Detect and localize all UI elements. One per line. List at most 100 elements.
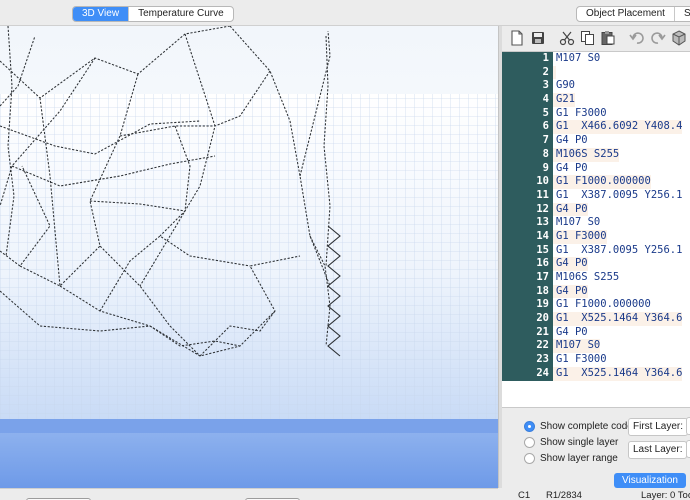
copy-icon[interactable]: [578, 28, 597, 48]
code-line[interactable]: 19 G1 F1000.000000: [502, 298, 690, 313]
top-bar: 3D View Temperature Curve Object Placeme…: [0, 0, 690, 26]
code-line[interactable]: 5 G1 F3000: [502, 106, 690, 121]
option-show-complete-label: Show complete code: [540, 421, 633, 432]
radio-show-range[interactable]: [524, 453, 535, 464]
redo-icon[interactable]: [648, 28, 667, 48]
line-number: 11: [502, 188, 553, 203]
code-text: G1 F1000.000000: [556, 298, 651, 311]
gcode-panel: 1 M107 S0 2 3 G90 4 G21 5 G1 F3000 6 G1 X466.6092 …: [502, 26, 690, 500]
line-number: 22: [502, 339, 553, 354]
code-text: G21: [553, 93, 575, 107]
visualization-button[interactable]: Visualization: [614, 473, 686, 488]
code-line[interactable]: 1 M107 S0: [502, 52, 690, 66]
code-text: M107 S0: [553, 339, 601, 354]
line-number: 4: [502, 93, 553, 107]
line-number: 1: [502, 52, 553, 66]
code-line[interactable]: 7 G4 P0: [502, 134, 690, 148]
status-layer: Layer: 0 Too: [641, 490, 690, 500]
option-show-range-label: Show layer range: [540, 453, 618, 464]
code-line[interactable]: 8 M106S S255: [502, 147, 690, 162]
code-line[interactable]: 22 M107 S0: [502, 339, 690, 354]
code-text: G4 P0: [553, 284, 588, 299]
option-show-range[interactable]: Show layer range: [524, 453, 618, 464]
first-layer-label: First Layer:: [628, 418, 689, 436]
code-line[interactable]: 15 G1 X387.0095 Y256.1: [502, 243, 690, 258]
code-text: G1 X525.1464 Y364.6: [553, 312, 683, 326]
line-number: 12: [502, 202, 553, 217]
line-number: 10: [502, 175, 553, 189]
build-plate-scene: [0, 26, 498, 488]
code-text: G1 F3000: [553, 229, 607, 244]
status-column: C1: [518, 490, 531, 500]
tab-temperature-curve[interactable]: Temperature Curve: [129, 7, 233, 21]
code-line[interactable]: 24 G1 X525.1464 Y364.6: [502, 366, 690, 381]
code-text: G1 X387.0095 Y256.1: [556, 188, 683, 201]
code-text: G1 X466.6092 Y408.4: [553, 120, 683, 135]
code-text: G1 X387.0095 Y256.1: [556, 243, 683, 256]
status-bar: C1 R1/2834 Layer: 0 Too: [502, 490, 690, 500]
code-text: M106S S255: [556, 271, 620, 283]
last-layer-label: Last Layer:: [628, 441, 688, 459]
line-number: 6: [502, 120, 553, 135]
view-tab-group: 3D View Temperature Curve: [72, 6, 234, 22]
code-line[interactable]: 17 M106S S255: [502, 271, 690, 285]
code-text: G1 F1000.000000: [553, 175, 651, 189]
code-line[interactable]: 14 G1 F3000: [502, 229, 690, 244]
cube-icon[interactable]: [669, 28, 688, 48]
line-number: 3: [502, 79, 553, 94]
first-layer-input[interactable]: [686, 417, 690, 435]
code-line[interactable]: 3 G90: [502, 79, 690, 94]
option-show-complete[interactable]: Show complete code: [524, 421, 633, 432]
save-icon[interactable]: [529, 28, 548, 48]
code-text: M107 S0: [556, 216, 601, 229]
paste-icon[interactable]: [599, 28, 618, 48]
code-text: G1 X525.1464 Y364.6: [553, 366, 683, 381]
code-text: G1 F3000: [556, 106, 607, 119]
code-line[interactable]: 21 G4 P0: [502, 325, 690, 340]
tab-object-placement[interactable]: Object Placement: [577, 7, 675, 21]
line-number: 19: [502, 298, 553, 313]
code-line[interactable]: 6 G1 X466.6092 Y408.4: [502, 120, 690, 135]
code-text: G4 P0: [556, 325, 588, 338]
cut-icon[interactable]: [557, 28, 576, 48]
code-line[interactable]: 9 G4 P0: [502, 161, 690, 176]
code-text: G1 F3000: [556, 353, 607, 366]
line-number: 8: [502, 147, 553, 162]
code-line[interactable]: 4 G21: [502, 93, 690, 107]
line-number: 5: [502, 106, 553, 121]
option-show-single-label: Show single layer: [540, 437, 619, 448]
code-text: M106S S255: [553, 147, 620, 162]
radio-show-complete[interactable]: [524, 421, 535, 432]
tab-slice[interactable]: Slice: [675, 7, 690, 21]
code-line[interactable]: 16 G4 P0: [502, 257, 690, 271]
line-number: 17: [502, 271, 553, 285]
3d-viewport[interactable]: [0, 26, 498, 488]
option-show-single[interactable]: Show single layer: [524, 437, 618, 448]
code-text: G4 P0: [556, 161, 588, 174]
gcode-editor[interactable]: 1 M107 S0 2 3 G90 4 G21 5 G1 F3000 6 G1 X466.6092 …: [502, 51, 690, 408]
code-line[interactable]: 11 G1 X387.0095 Y256.1: [502, 188, 690, 203]
editor-toolbar: [502, 26, 690, 50]
code-line[interactable]: 12 G4 P0: [502, 202, 690, 217]
code-line[interactable]: 13 M107 S0: [502, 216, 690, 230]
code-line[interactable]: 18 G4 P0: [502, 284, 690, 299]
new-file-icon[interactable]: [508, 28, 527, 48]
code-line[interactable]: 2: [502, 65, 690, 80]
line-number: 9: [502, 161, 553, 176]
code-text: G4 P0: [553, 202, 588, 217]
code-line[interactable]: 23 G1 F3000: [502, 353, 690, 367]
undo-icon[interactable]: [627, 28, 646, 48]
code-line[interactable]: 10 G1 F1000.000000: [502, 175, 690, 189]
display-options: Show complete code Show single layer Sho…: [502, 411, 690, 471]
panel-tab-group: Object Placement Slice: [576, 6, 690, 22]
line-number: 7: [502, 134, 553, 148]
radio-show-single[interactable]: [524, 437, 535, 448]
code-line[interactable]: 20 G1 X525.1464 Y364.6: [502, 312, 690, 326]
code-text: [553, 65, 556, 80]
code-text: G90: [556, 79, 575, 92]
last-layer-input[interactable]: [686, 440, 690, 458]
code-text: G4 P0: [556, 134, 588, 147]
tab-3d-view[interactable]: 3D View: [73, 7, 130, 21]
line-number: 15: [502, 243, 553, 258]
line-number: 20: [502, 312, 553, 326]
